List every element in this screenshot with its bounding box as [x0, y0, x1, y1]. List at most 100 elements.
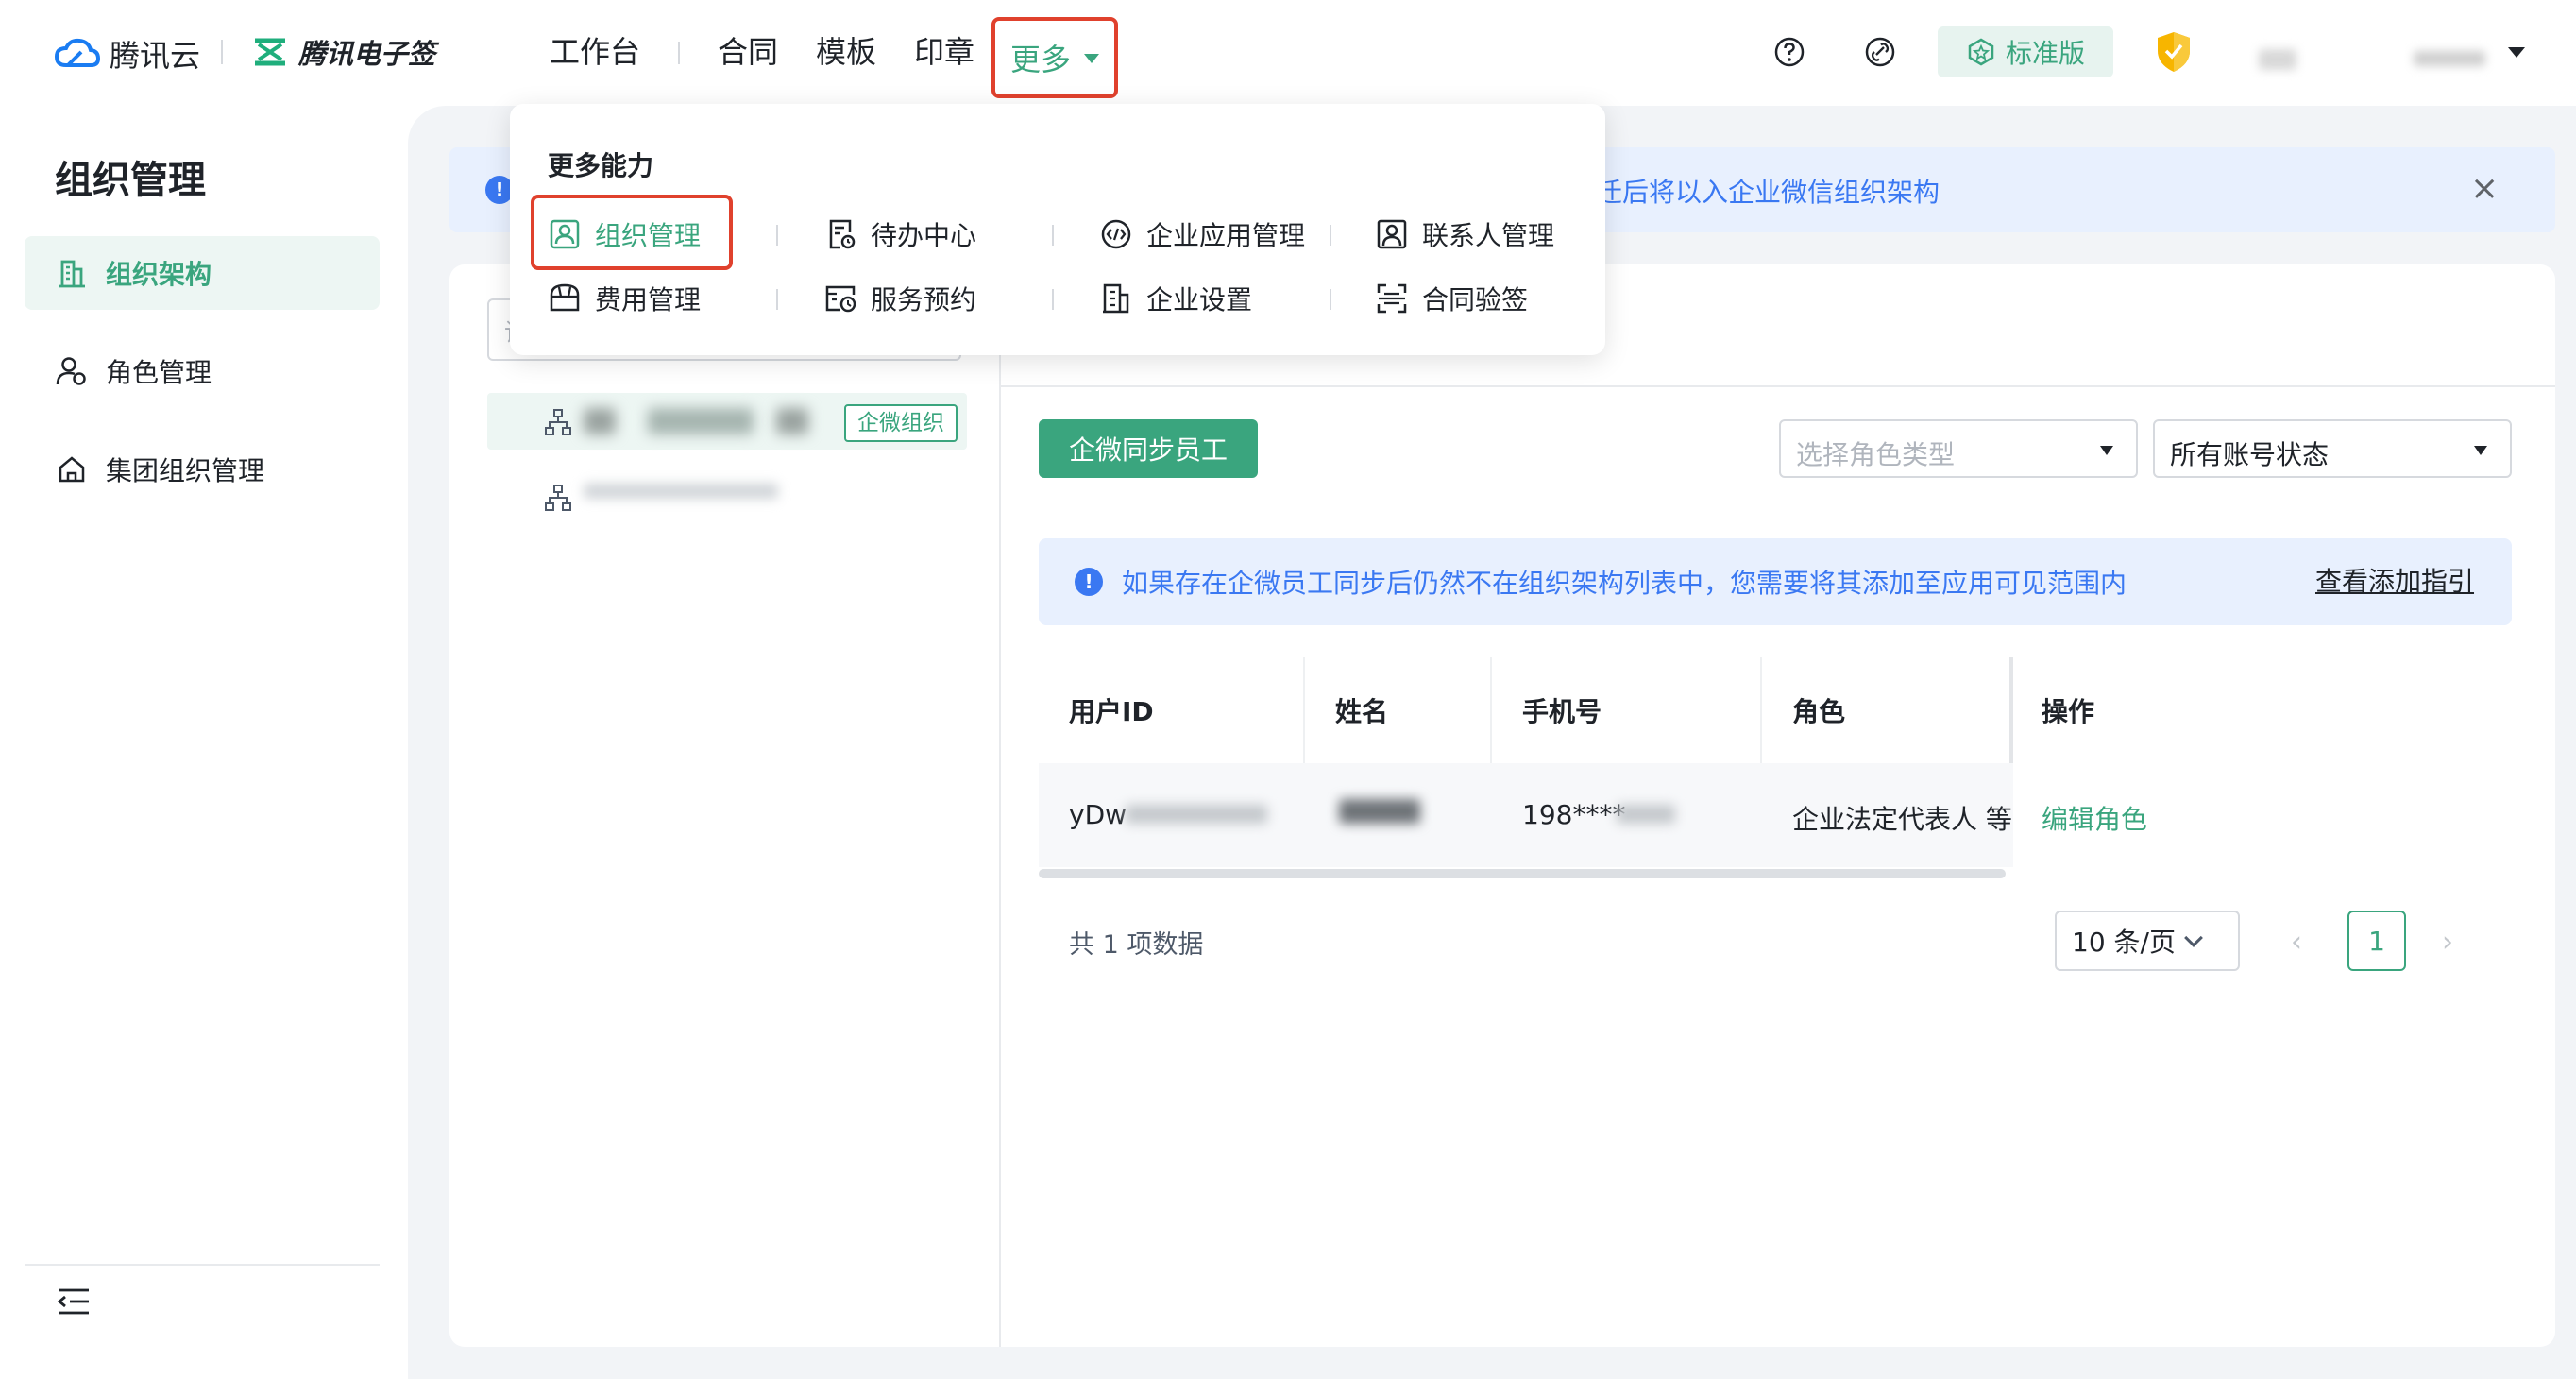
role-select-placeholder: 选择角色类型: [1796, 439, 1956, 470]
column-header: 操作: [2042, 696, 2095, 727]
sync-employees-button[interactable]: 企微同步员工: [1039, 419, 1258, 478]
nav-more-label: 更多: [1009, 42, 1071, 77]
org-chart-icon: [59, 260, 85, 288]
name-redacted: [1339, 799, 1420, 824]
menu-item-label: 待办中心: [871, 220, 977, 251]
menu-item-label: 企业应用管理: [1146, 220, 1306, 251]
user-menu-caret-icon[interactable]: [2508, 47, 2525, 58]
status-select-value: 所有账号状态: [2170, 439, 2330, 470]
nav-contract[interactable]: 合同: [718, 32, 778, 72]
verified-shield-icon[interactable]: [2155, 30, 2193, 74]
menu-divider: [1052, 289, 1054, 310]
panel-divider: [999, 264, 1001, 1347]
brand-esign-text: 腾讯电子签: [298, 38, 436, 70]
menu-item-label: 服务预约: [871, 284, 977, 315]
tree-node-redacted[interactable]: [584, 484, 778, 499]
org-node-icon: [545, 485, 571, 511]
top-bar: 腾讯云 腾讯电子签 工作台 合同 模板 印章 更多 标准版: [0, 0, 2576, 106]
group-org-icon: [59, 456, 85, 483]
menu-divider: [1330, 225, 1331, 246]
table-header: 用户ID 姓名 手机号 角色 操作: [1039, 657, 2512, 763]
menu-item-app-manage[interactable]: 企业应用管理: [1099, 213, 1305, 255]
sidebar-item-org-structure[interactable]: 组织架构: [25, 236, 380, 310]
menu-divider: [1052, 225, 1054, 246]
edition-label: 标准版: [2005, 38, 2085, 69]
esign-logo-icon: [255, 38, 285, 66]
notice-text: 迁后将以入企业微信组织架构: [1596, 177, 1940, 208]
menu-title: 更多能力: [548, 150, 654, 181]
org-name-redacted: [648, 408, 754, 434]
nav-workbench[interactable]: 工作台: [550, 32, 640, 72]
action-cell: 编辑角色: [2013, 763, 2512, 867]
next-page-button[interactable]: ›: [2442, 926, 2453, 959]
menu-item-fees[interactable]: 费用管理: [548, 278, 701, 319]
help-icon[interactable]: [1773, 36, 1805, 68]
caret-down-icon: [2100, 446, 2113, 455]
cell-phone: 198****: [1522, 799, 1626, 830]
chevron-down-icon: [2184, 928, 2203, 947]
menu-item-service-booking[interactable]: 服务预约: [823, 278, 976, 319]
caret-down-icon: [1084, 54, 1099, 63]
nav-seal[interactable]: 印章: [914, 32, 974, 72]
account-status-select[interactable]: 所有账号状态: [2153, 419, 2512, 478]
sidebar-item-label: 集团组织管理: [106, 455, 265, 486]
edition-badge[interactable]: 标准版: [1938, 26, 2113, 77]
link-icon[interactable]: [1864, 36, 1896, 68]
menu-item-todo[interactable]: 待办中心: [823, 213, 976, 255]
info-icon: !: [1075, 568, 1103, 596]
sidebar: 组织管理 组织架构 角色管理 集团组织管理: [0, 106, 408, 1379]
user-avatar[interactable]: [2259, 49, 2296, 70]
caret-down-icon: [2474, 446, 2487, 455]
service-booking-icon: [825, 285, 856, 313]
tencent-cloud-logo[interactable]: 腾讯云: [53, 32, 200, 76]
menu-divider: [776, 225, 778, 246]
total-count: 共 1 项数据: [1069, 930, 1204, 960]
menu-item-label: 合同验签: [1422, 284, 1529, 315]
sidebar-item-label: 角色管理: [106, 357, 212, 388]
highlight-box: [531, 195, 733, 270]
column-header: 姓名: [1335, 696, 1389, 727]
nav-more-button[interactable]: 更多: [991, 17, 1118, 98]
contact-icon: [1377, 219, 1407, 249]
role-type-select[interactable]: 选择角色类型: [1779, 419, 2138, 478]
horizontal-scrollbar[interactable]: [1039, 869, 2006, 878]
tip-text: 如果存在企微员工同步后仍然不在组织架构列表中，您需要将其添加至应用可见范围内: [1122, 568, 2127, 599]
menu-divider: [1330, 289, 1331, 310]
page-size-value: 10 条/页: [2072, 927, 2176, 958]
fee-icon: [550, 283, 580, 312]
sidebar-title: 组织管理: [55, 159, 206, 202]
menu-item-enterprise-settings[interactable]: 企业设置: [1099, 278, 1252, 319]
wx-org-tag: 企微组织: [844, 404, 958, 442]
app-code-icon: [1101, 219, 1131, 249]
menu-item-label: 企业设置: [1146, 284, 1253, 315]
user-name[interactable]: [2414, 51, 2485, 66]
sidebar-item-role-manage[interactable]: 角色管理: [25, 334, 380, 408]
enterprise-settings-icon: [1103, 283, 1129, 314]
org-node-icon: [545, 409, 571, 435]
org-name-redacted: [584, 408, 616, 434]
menu-item-label: 费用管理: [595, 284, 702, 315]
collapse-menu-icon[interactable]: [55, 1283, 93, 1320]
org-name-redacted: [776, 408, 808, 434]
cell-user-id: yDw: [1069, 799, 1127, 830]
page-size-select[interactable]: 10 条/页: [2055, 911, 2240, 971]
page-number-button[interactable]: 1: [2347, 911, 2406, 971]
close-icon[interactable]: ×: [2470, 170, 2499, 208]
todo-icon: [829, 219, 856, 249]
add-guide-link[interactable]: 查看添加指引: [2315, 561, 2474, 599]
nav-template[interactable]: 模板: [816, 32, 876, 72]
column-header: 用户ID: [1069, 696, 1154, 727]
menu-item-label: 联系人管理: [1422, 220, 1555, 251]
nav-divider: [678, 42, 680, 64]
esign-logo[interactable]: 腾讯电子签: [251, 32, 435, 72]
sidebar-divider: [25, 1264, 380, 1266]
prev-page-button[interactable]: ‹: [2291, 926, 2302, 959]
sidebar-item-label: 组织架构: [106, 259, 212, 290]
menu-item-contract-verify[interactable]: 合同验签: [1375, 278, 1528, 319]
user-id-redacted: [1126, 805, 1267, 824]
user-role-icon: [56, 357, 86, 385]
edit-role-link[interactable]: 编辑角色: [2042, 799, 2147, 837]
menu-item-contacts[interactable]: 联系人管理: [1375, 213, 1554, 255]
sidebar-item-group-org[interactable]: 集团组织管理: [25, 433, 380, 506]
column-header: 角色: [1792, 696, 1846, 727]
